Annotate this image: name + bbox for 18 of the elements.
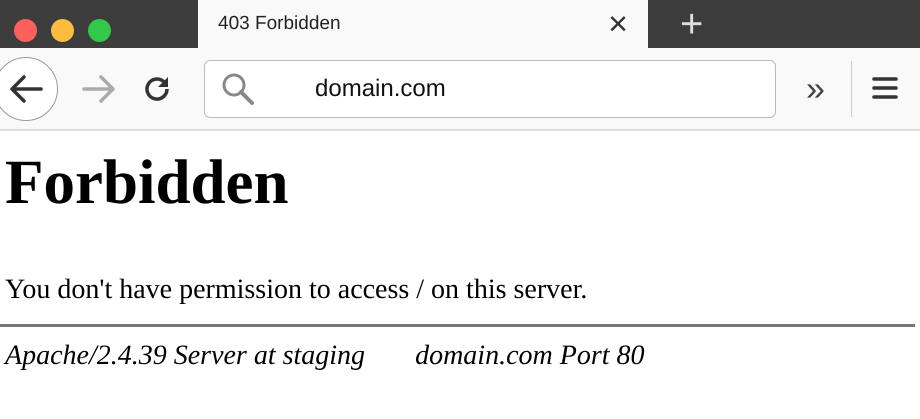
back-arrow-icon	[9, 74, 43, 104]
new-tab-button[interactable]: +	[668, 4, 716, 44]
server-signature: domain.com Port 80	[415, 339, 644, 373]
menu-icon	[872, 76, 898, 100]
browser-tab[interactable]: 403 Forbidden ×	[198, 0, 648, 48]
forward-arrow-icon	[82, 74, 116, 104]
close-tab-button[interactable]: ×	[608, 7, 628, 41]
page-heading: Forbidden	[5, 146, 290, 219]
search-icon	[221, 72, 255, 106]
error-message: You don't have permission to access / on this server.	[5, 272, 588, 306]
minimize-window-button[interactable]	[51, 18, 74, 42]
server-signature: Apache/2.4.39 Server at staging	[5, 339, 366, 373]
overflow-button[interactable]: »	[798, 72, 833, 106]
address-field[interactable]: domain.com	[204, 60, 776, 118]
close-window-button[interactable]	[14, 18, 37, 42]
zoom-window-button[interactable]	[88, 18, 111, 42]
tab-title: 403 Forbidden	[218, 12, 341, 36]
menu-button[interactable]	[872, 76, 898, 101]
